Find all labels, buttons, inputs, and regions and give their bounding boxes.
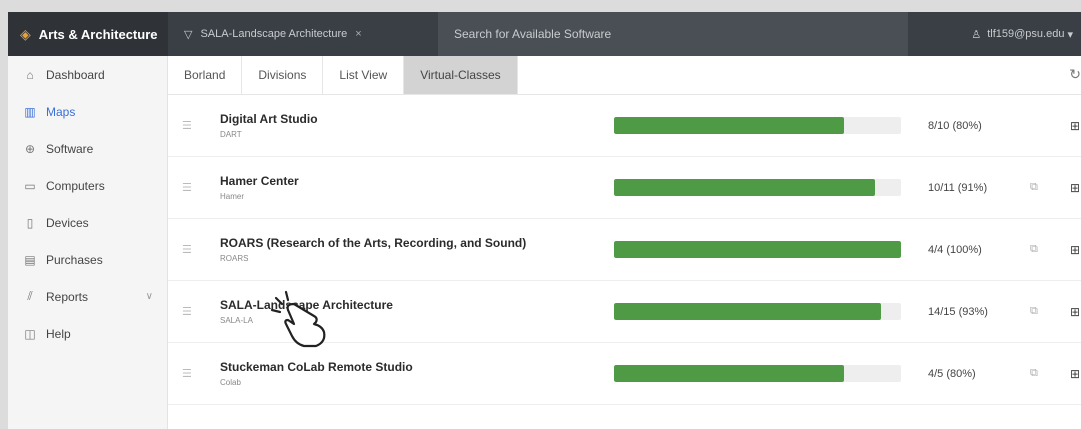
usage-text: 10/11 (91%) [928,181,988,194]
drag-handle-icon[interactable]: ☰ [182,305,192,318]
sidebar-item-dashboard[interactable]: ⌂ Dashboard [8,56,167,93]
usage-bar-fill [614,117,844,134]
tab-virtual-classes[interactable]: Virtual-Classes [404,56,518,94]
grid-icon[interactable]: ⊞ [1070,181,1080,195]
sidebar-item-reports[interactable]: ⫽ Reports ∨ [8,278,167,315]
sidebar-item-label: Software [46,141,94,156]
sidebar-item-devices[interactable]: ▯ Devices [8,204,167,241]
grid-icon[interactable]: ⊞ [1070,305,1080,319]
software-icon: ⊕ [24,141,36,156]
lab-name[interactable]: Hamer Center [220,174,299,188]
drag-handle-icon[interactable]: ☰ [182,181,192,194]
sidebar-item-computers[interactable]: ▭ Computers [8,167,167,204]
list-item[interactable]: ☰ ROARS (Research of the Arts, Recording… [168,219,1081,281]
main-panel: Borland Divisions List View Virtual-Clas… [168,56,1081,429]
usage-bar-fill [614,179,876,196]
usage-bar-fill [614,241,901,258]
lab-code: ROARS [220,254,249,263]
reports-icon: ⫽ [27,289,33,303]
usage-bar-fill [614,365,844,382]
refresh-icon[interactable]: ↻ [1069,66,1081,83]
lab-code: DART [220,130,242,139]
sidebar-item-label: Maps [46,104,76,119]
lab-code: Colab [220,378,241,387]
chevron-down-icon[interactable]: ∨ [146,291,153,302]
drag-handle-icon[interactable]: ☰ [182,367,192,380]
map-icon: ▥ [24,104,36,119]
grid-icon[interactable]: ⊞ [1070,119,1080,133]
usage-bar [614,241,901,258]
sidebar-item-label: Help [46,326,71,341]
sidebar: ⌂ Dashboard ▥ Maps ⊕ Software ▭ Computer… [8,56,168,429]
sidebar-item-label: Reports [46,289,89,304]
lab-name[interactable]: ROARS (Research of the Arts, Recording, … [220,236,526,250]
usage-text: 4/4 (100%) [928,243,982,256]
user-icon: ♙ [971,28,982,41]
external-link-icon[interactable]: ⧉ [1030,367,1038,380]
usage-bar [614,117,901,134]
usage-bar [614,365,901,382]
tab-divisions[interactable]: Divisions [242,56,324,94]
lab-code: Hamer [220,192,245,201]
lab-name[interactable]: Digital Art Studio [220,112,318,126]
user-menu[interactable]: ♙ tlf159@psu.edu ▾ [971,28,1081,41]
brand-name: Arts & Architecture [38,26,158,42]
filter-icon: ▽ [184,28,193,41]
grid-icon[interactable]: ⊞ [1070,243,1080,257]
brand[interactable]: ◈ Arts & Architecture [8,12,168,56]
list-item[interactable]: ☰ Hamer Center Hamer 10/11 (91%) ⧉ ⊞ [168,157,1081,219]
drag-handle-icon[interactable]: ☰ [182,243,192,256]
lab-name[interactable]: Stuckeman CoLab Remote Studio [220,360,413,374]
sidebar-item-label: Computers [46,178,105,193]
sidebar-item-software[interactable]: ⊕ Software [8,130,167,167]
usage-bar [614,303,901,320]
grid-icon[interactable]: ⊞ [1070,367,1080,381]
list-item[interactable]: ☰ Digital Art Studio DART 8/10 (80%) ⊞ [168,95,1081,157]
external-link-icon[interactable]: ⧉ [1030,305,1038,318]
filter-label: SALA-Landscape Architecture [200,28,348,40]
tab-bar: Borland Divisions List View Virtual-Clas… [168,56,1081,95]
search-input[interactable]: Search for Available Software [438,12,908,56]
tab-list-view[interactable]: List View [323,56,405,94]
help-icon: ◫ [24,326,36,341]
device-icon: ▯ [26,215,34,230]
chevron-down-icon: ▾ [1067,28,1073,41]
clear-filter-icon[interactable]: × [355,28,361,40]
usage-text: 4/5 (80%) [928,367,976,380]
filter-chip[interactable]: ▽ SALA-Landscape Architecture × [168,12,438,56]
external-link-icon[interactable]: ⧉ [1030,181,1038,194]
usage-bar [614,179,901,196]
sidebar-item-purchases[interactable]: ▤ Purchases [8,241,167,278]
home-icon: ⌂ [26,67,34,82]
computer-icon: ▭ [24,178,36,193]
user-email: tlf159@psu.edu [987,28,1065,40]
pointer-hand-icon [270,290,326,348]
sidebar-item-help[interactable]: ◫ Help [8,315,167,352]
list-item[interactable]: ☰ Stuckeman CoLab Remote Studio Colab 4/… [168,343,1081,405]
tab-borland[interactable]: Borland [168,56,243,94]
top-bar: ◈ Arts & Architecture ▽ SALA-Landscape A… [8,12,1081,56]
sidebar-item-label: Purchases [46,252,103,267]
sidebar-item-label: Dashboard [46,67,105,82]
sidebar-item-maps[interactable]: ▥ Maps [8,93,167,130]
usage-text: 8/10 (80%) [928,119,982,132]
purchase-icon: ▤ [24,252,36,267]
external-link-icon[interactable]: ⧉ [1030,243,1038,256]
sidebar-item-label: Devices [46,215,89,230]
usage-text: 14/15 (93%) [928,305,988,318]
drag-handle-icon[interactable]: ☰ [182,119,192,132]
logo-icon: ◈ [20,25,31,42]
search-placeholder: Search for Available Software [454,27,612,41]
usage-bar-fill [614,303,881,320]
